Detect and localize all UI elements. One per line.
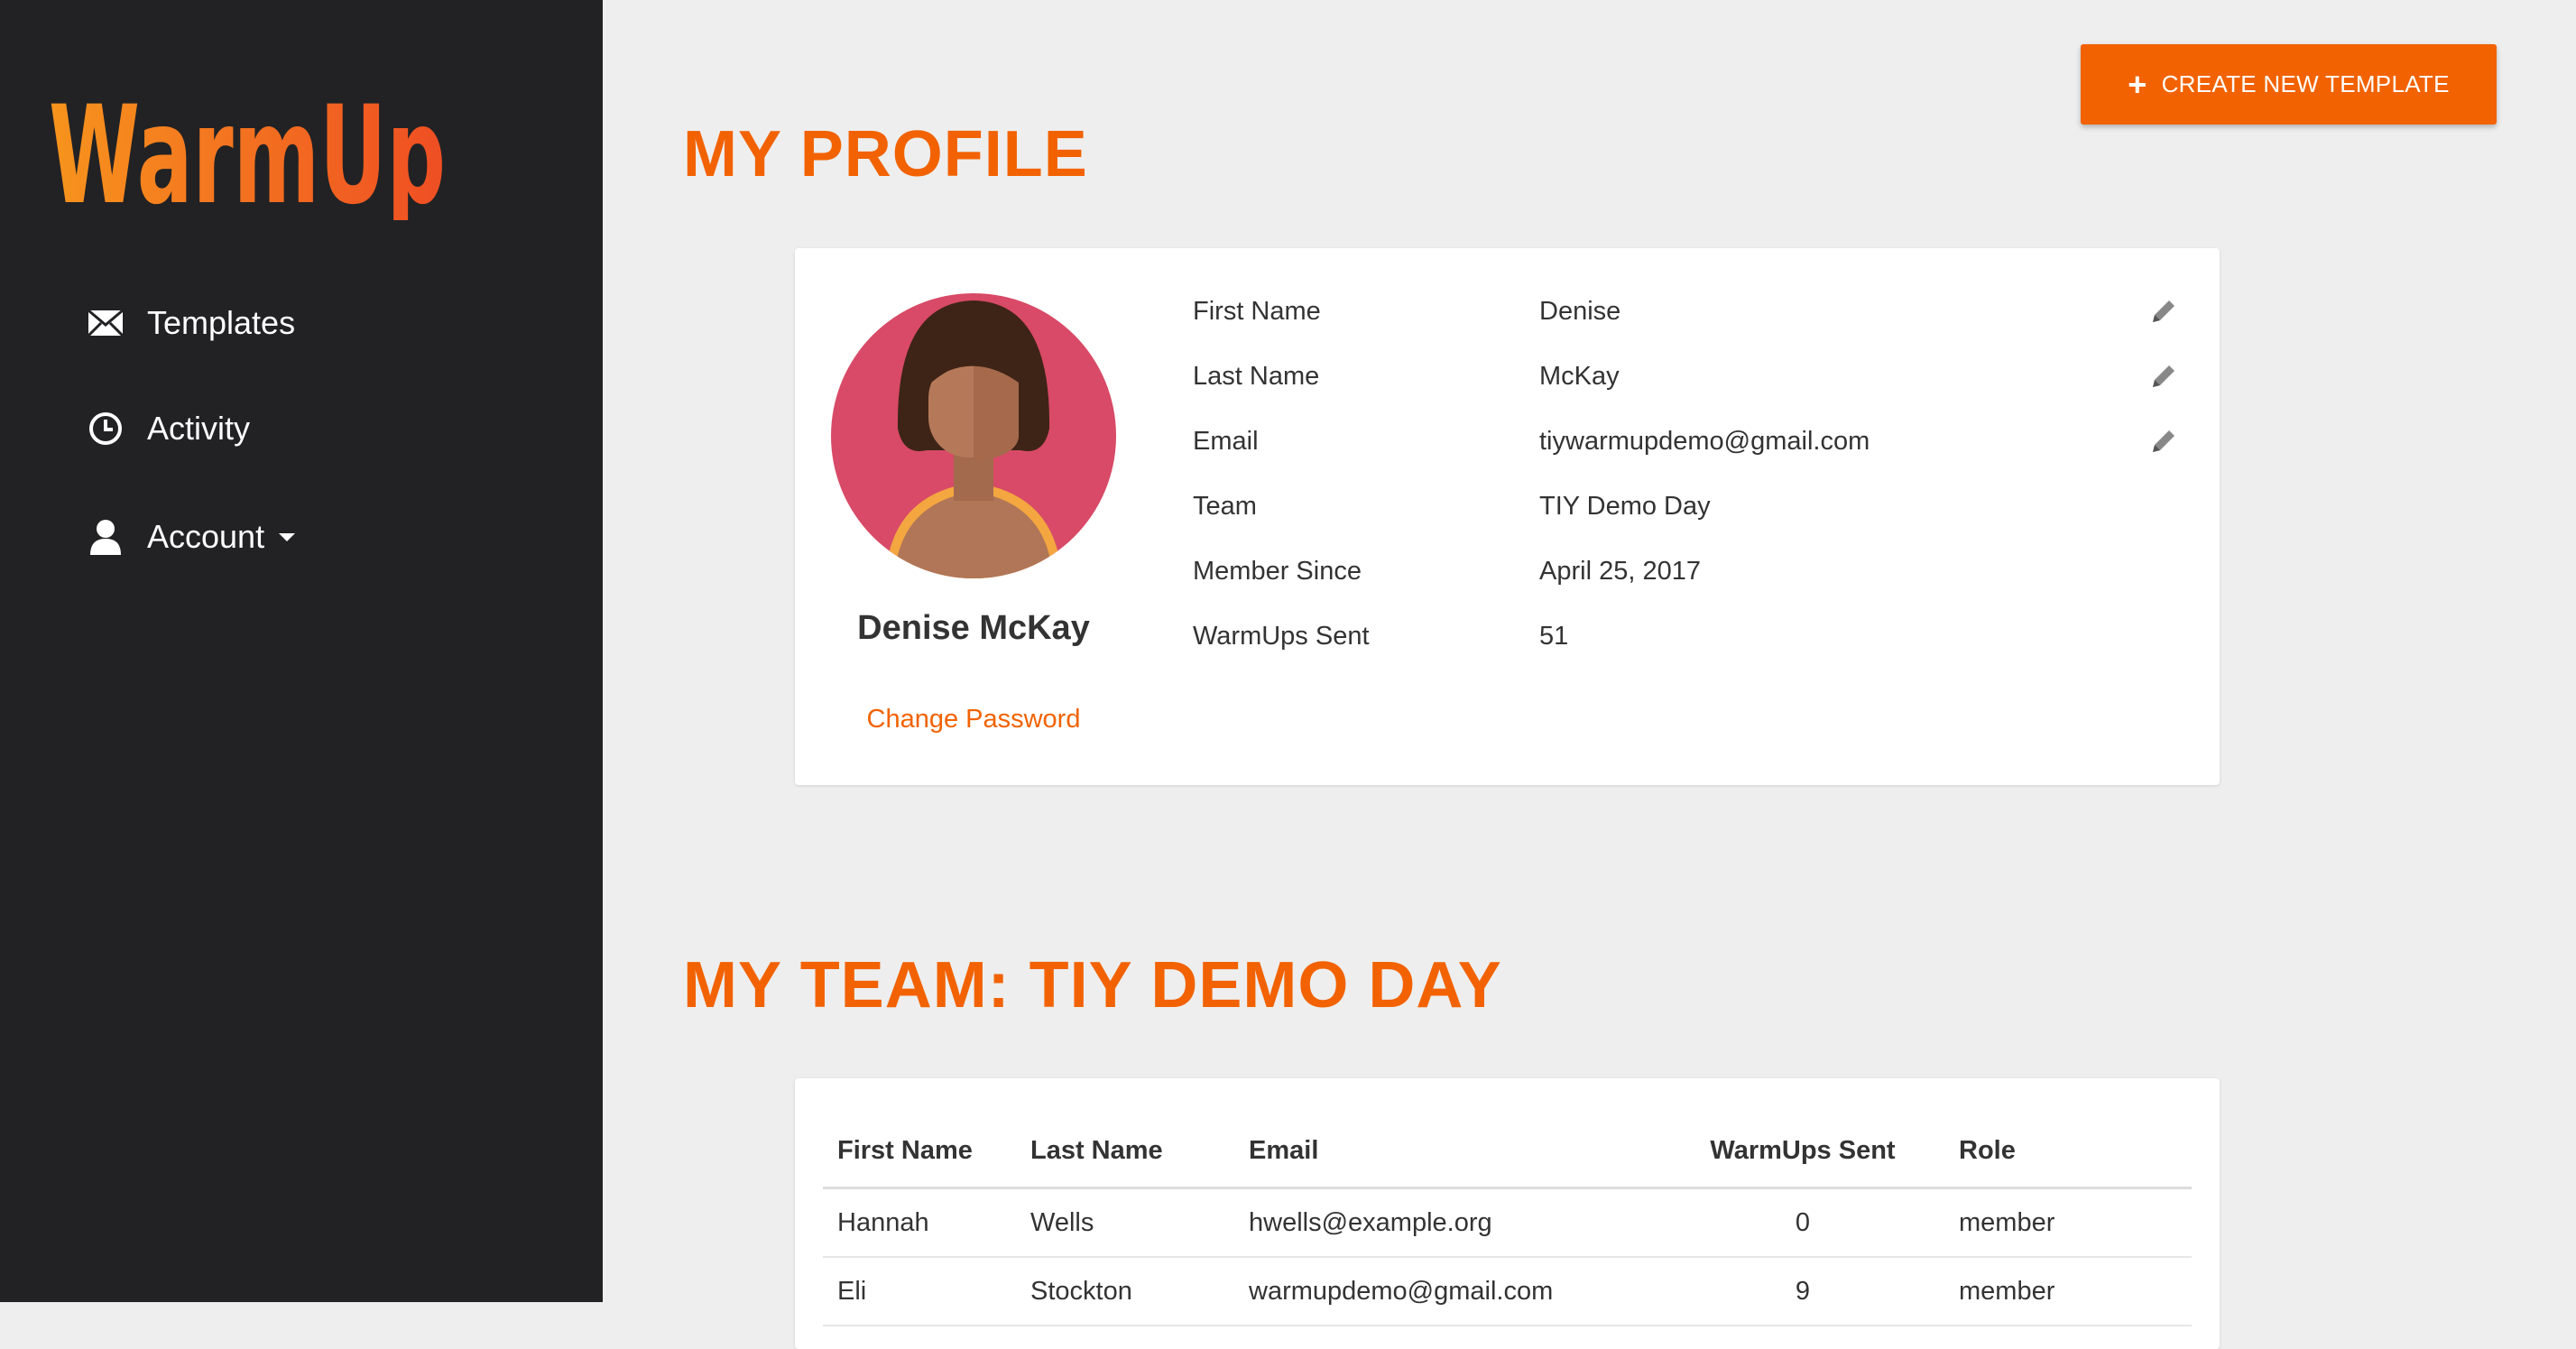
profile-card: Denise McKay Change Password First Name … [795,248,2220,785]
pencil-icon[interactable] [2147,295,2180,328]
create-button-label: CREATE NEW TEMPLATE [2161,70,2450,97]
cell-email: hwells@example.org [1234,1187,1661,1258]
field-value: 51 [1539,622,1569,651]
page-title: MY PROFILE [683,118,1088,190]
table-header-row: First Name Last Name Email WarmUps Sent … [823,1114,2192,1189]
warmup-logo[interactable]: WarmUp [45,58,451,220]
change-password-link[interactable]: Change Password [795,705,1152,735]
sidebar-item-label: Templates [147,304,296,341]
field-label: First Name [1193,297,1321,326]
field-row-email: Email tiywarmupdemo@gmail.com [1193,414,2185,468]
cell-warmups-sent: 0 [1661,1187,1944,1258]
user-icon [86,517,125,557]
sidebar-item-templates[interactable]: Templates [86,296,295,350]
envelope-icon [86,303,125,343]
column-header[interactable]: Role [1944,1114,2192,1189]
pencil-icon[interactable] [2147,425,2180,457]
field-value: Denise [1539,297,1621,326]
column-header[interactable]: WarmUps Sent [1661,1114,1944,1189]
field-label: Member Since [1193,557,1362,586]
plus-icon: + [2128,65,2147,103]
column-header[interactable]: Last Name [1016,1114,1234,1189]
profile-full-name: Denise McKay [857,609,1090,647]
cell-last-name: Wells [1016,1187,1234,1258]
cell-email: warmupdemo@gmail.com [1234,1257,1661,1326]
field-value: TIY Demo Day [1539,492,1711,521]
field-row-last-name: Last Name McKay [1193,349,2185,403]
sidebar-item-label: Account [147,518,265,555]
field-label: Email [1193,427,1259,456]
clock-icon [86,409,125,448]
field-value: tiywarmupdemo@gmail.com [1539,427,1870,456]
column-header[interactable]: First Name [823,1114,1016,1189]
cell-warmups-sent: 9 [1661,1257,1944,1326]
field-row-warmups-sent: WarmUps Sent 51 [1193,609,2185,663]
column-header[interactable]: Email [1234,1114,1661,1189]
sidebar-item-activity[interactable]: Activity [86,402,250,456]
sidebar-item-account[interactable]: Account [86,510,296,564]
cell-first-name: Hannah [823,1187,1016,1258]
avatar [831,293,1116,578]
sidebar: WarmUp Templates Activity Account [0,0,603,1302]
chevron-down-icon [279,532,296,541]
field-row-member-since: Member Since April 25, 2017 [1193,544,2185,598]
table-row[interactable]: Eli Stockton warmupdemo@gmail.com 9 memb… [823,1257,2192,1326]
create-new-template-button[interactable]: + CREATE NEW TEMPLATE [2081,44,2497,125]
team-table: First Name Last Name Email WarmUps Sent … [823,1114,2192,1326]
team-title: MY TEAM: TIY DEMO DAY [683,949,1502,1021]
field-row-team: Team TIY Demo Day [1193,479,2185,533]
field-label: Team [1193,492,1257,521]
field-value: McKay [1539,362,1620,391]
cell-role: member [1944,1257,2192,1326]
logo-text: WarmUp [49,78,446,220]
pencil-icon[interactable] [2147,360,2180,393]
table-row[interactable]: Hannah Wells hwells@example.org 0 member [823,1187,2192,1258]
cell-last-name: Stockton [1016,1257,1234,1326]
cell-role: member [1944,1187,2192,1258]
field-value: April 25, 2017 [1539,557,1701,586]
team-card: First Name Last Name Email WarmUps Sent … [795,1078,2220,1349]
cell-first-name: Eli [823,1257,1016,1326]
field-label: Last Name [1193,362,1320,391]
field-row-first-name: First Name Denise [1193,284,2185,338]
field-label: WarmUps Sent [1193,622,1370,651]
sidebar-item-label: Activity [147,410,251,447]
